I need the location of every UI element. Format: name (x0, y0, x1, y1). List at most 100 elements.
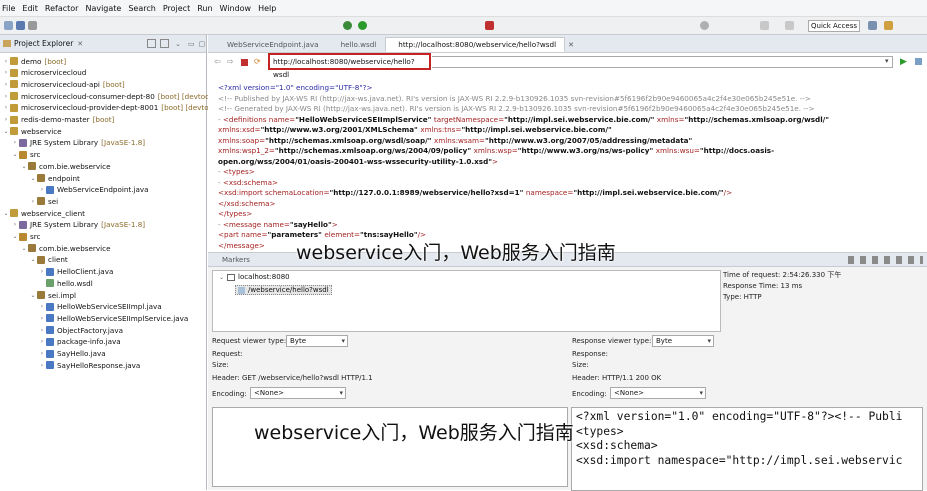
tree-twistie-icon[interactable]: › (38, 268, 46, 275)
tree-twistie-icon[interactable]: ⌄ (219, 274, 224, 281)
menu-item-file[interactable]: File (2, 4, 15, 13)
refresh-icon[interactable]: ⟳ (254, 57, 261, 66)
tree-item[interactable]: › microservicecloud-provider-dept-8001 [bo… (2, 102, 213, 114)
collapse-all-icon[interactable] (147, 39, 157, 48)
menu-item-search[interactable]: Search (128, 4, 155, 13)
tree-twistie-icon[interactable]: › (2, 81, 10, 88)
tree-item[interactable]: ⌄ webservice (2, 125, 65, 137)
tree-item[interactable]: ⌄ webservice_client (2, 207, 88, 219)
tree-twistie-icon[interactable]: › (38, 315, 46, 322)
host-row[interactable]: ⌄ localhost:8080 (219, 273, 290, 281)
tree-twistie-icon[interactable]: ⌄ (11, 151, 19, 158)
stop-icon[interactable] (485, 21, 494, 30)
forward-arrow-icon[interactable]: ⇨ (227, 57, 234, 66)
url-input[interactable]: http://localhost:8080/webservice/hello?w… (268, 53, 431, 79)
tree-item[interactable]: › HelloWebServiceSEIImpl.java (38, 301, 165, 313)
menu-item-project[interactable]: Project (163, 4, 190, 13)
tree-twistie-icon[interactable]: › (2, 58, 10, 65)
menu-item-refactor[interactable]: Refactor (45, 4, 79, 13)
back-arrow-icon[interactable]: ⇦ (214, 57, 221, 66)
tree-item[interactable]: › microservicecloud-consumer-dept-80 [boot… (2, 90, 212, 102)
tree-item[interactable]: › microservicecloud (2, 67, 89, 79)
menu-item-navigate[interactable]: Navigate (85, 4, 121, 13)
tree-twistie-icon[interactable]: ⌄ (2, 128, 10, 135)
tree-twistie-icon[interactable]: › (2, 93, 10, 100)
tree-item[interactable]: › sei (29, 195, 61, 207)
forward-icon[interactable] (785, 21, 794, 30)
tab-webserviceendpoint[interactable]: WebServiceEndpoint.java (214, 37, 328, 52)
tree-item[interactable]: ⌄ com.bie.webservice (20, 160, 114, 172)
tree-twistie-icon[interactable]: › (38, 327, 46, 334)
tree-twistie-icon[interactable]: › (2, 104, 10, 111)
request-row[interactable]: /webservice/hello?wsdl (235, 285, 332, 295)
print-icon[interactable] (28, 21, 37, 30)
tree-item[interactable]: › demo [boot] (2, 55, 66, 67)
tree-item[interactable]: › JRE System Library [JavaSE-1.8] (11, 219, 145, 231)
tree-twistie-icon[interactable]: ⌄ (2, 210, 10, 217)
save-icon[interactable] (16, 21, 25, 30)
run-icon[interactable] (358, 21, 367, 30)
close-tab-icon[interactable]: ✕ (568, 41, 574, 49)
tree-twistie-icon[interactable]: ⌄ (20, 245, 28, 252)
tree-twistie-icon[interactable]: › (38, 338, 46, 345)
tree-twistie-icon[interactable]: › (38, 303, 46, 310)
tree-twistie-icon[interactable]: › (38, 350, 46, 357)
tree-twistie-icon[interactable]: › (11, 221, 19, 228)
tree-twistie-icon[interactable]: ⌄ (20, 163, 28, 170)
tree-twistie-icon[interactable]: › (38, 362, 46, 369)
tree-item[interactable]: › redis-demo-master [boot] (2, 114, 115, 126)
tree-item[interactable]: ⌄ src (11, 231, 44, 243)
url-input-extension[interactable] (432, 56, 893, 68)
tree-twistie-icon[interactable]: ⌄ (29, 292, 37, 299)
debug-icon[interactable] (343, 21, 352, 30)
new-icon[interactable] (4, 21, 13, 30)
response-body[interactable]: <?xml version="1.0" encoding="UTF-8"?><!… (571, 407, 923, 491)
tree-item[interactable]: ⌄ src (11, 149, 44, 161)
tree-item[interactable]: › JRE System Library [JavaSE-1.8] (11, 137, 145, 149)
tree-item[interactable]: ⌄ com.bie.webservice (20, 242, 114, 254)
tree-twistie-icon[interactable]: ⌄ (29, 256, 37, 263)
view-menu-icon[interactable]: ⌄ (175, 40, 181, 48)
tree-item[interactable]: › package-info.java (38, 336, 124, 348)
tree-twistie-icon[interactable]: › (2, 116, 10, 123)
menu-item-help[interactable]: Help (258, 4, 276, 13)
back-icon[interactable] (760, 21, 769, 30)
response-viewer-select[interactable]: Byte (652, 335, 714, 347)
tab-markers[interactable]: Markers (222, 256, 250, 264)
menu-item-run[interactable]: Run (197, 4, 212, 13)
stop-icon[interactable] (241, 59, 248, 66)
maximize-icon[interactable]: ▢ (199, 40, 206, 48)
open-external-icon[interactable] (915, 58, 922, 65)
tree-item[interactable]: › SayHello.java (38, 348, 109, 360)
menu-item-window[interactable]: Window (220, 4, 252, 13)
search-icon[interactable] (700, 21, 709, 30)
menu-item-edit[interactable]: Edit (22, 4, 38, 13)
tab-browser[interactable]: http://localhost:8080/webservice/hello?w… (385, 37, 566, 52)
tree-item[interactable]: › ObjectFactory.java (38, 324, 126, 336)
quick-access-input[interactable]: Quick Access (808, 20, 860, 32)
request-encoding-select[interactable]: <None> (250, 387, 346, 399)
close-icon[interactable]: ✕ (77, 40, 83, 48)
tree-item[interactable]: ⌄ sei.impl (29, 289, 79, 301)
minimize-icon[interactable]: ▭ (188, 40, 195, 48)
response-encoding-select[interactable]: <None> (610, 387, 706, 399)
tree-twistie-icon[interactable]: › (29, 198, 37, 205)
history-dropdown-icon[interactable]: ▾ (885, 57, 889, 65)
perspective-icon[interactable] (868, 21, 877, 30)
tree-item[interactable]: › HelloWebServiceSEIImplService.java (38, 312, 191, 324)
tree-twistie-icon[interactable]: › (11, 139, 19, 146)
tree-item[interactable]: › SayHelloResponse.java (38, 359, 143, 371)
go-icon[interactable]: ▶ (900, 57, 907, 67)
tree-twistie-icon[interactable]: ⌄ (11, 233, 19, 240)
tree-item[interactable]: › HelloClient.java (38, 266, 116, 278)
tree-twistie-icon[interactable]: › (2, 69, 10, 76)
tree-item[interactable]: ⌄ client (29, 254, 71, 266)
tree-twistie-icon[interactable]: ⌄ (29, 175, 37, 182)
link-editor-icon[interactable] (160, 39, 170, 48)
request-list[interactable]: ⌄ localhost:8080 /webservice/hello?wsdl (212, 270, 721, 332)
tree-item[interactable]: ⌄ endpoint (29, 172, 83, 184)
tree-item[interactable]: › WebServiceEndpoint.java (38, 184, 152, 196)
tree-twistie-icon[interactable]: › (38, 186, 46, 193)
tree-item[interactable]: hello.wsdl (38, 277, 96, 289)
tab-hello-wsdl[interactable]: hello.wsdl (328, 37, 386, 52)
